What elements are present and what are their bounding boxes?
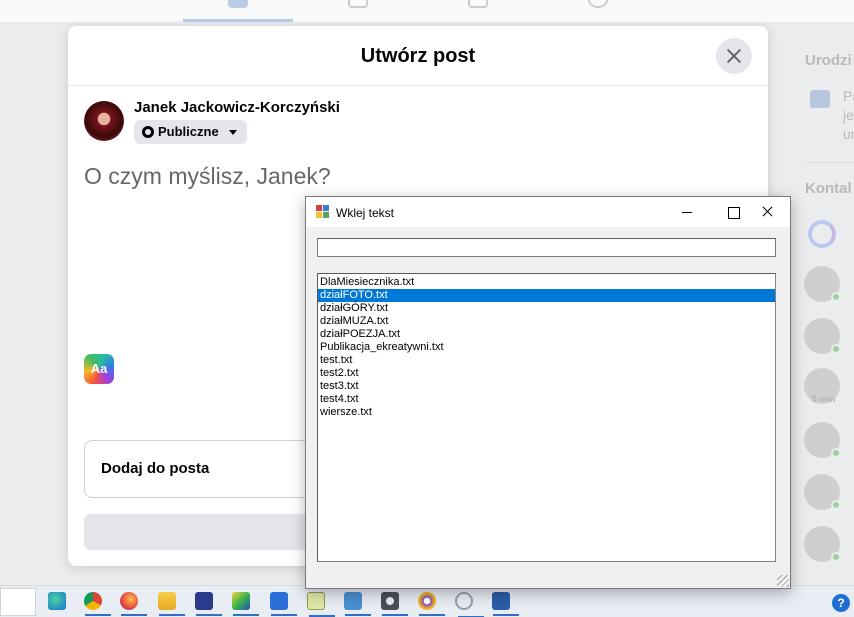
help-icon[interactable]: ? <box>832 594 850 612</box>
system-info-icon[interactable] <box>344 592 371 616</box>
window-title: Wklej tekst <box>336 206 395 220</box>
notepad-icon[interactable] <box>307 592 335 617</box>
text-background-button[interactable]: Aa <box>84 354 114 384</box>
globe-icon <box>142 126 154 138</box>
file-list-item[interactable]: działFOTO.txt <box>318 289 775 302</box>
online-status-icon <box>831 344 841 354</box>
audience-selector-button[interactable]: Publiczne <box>134 120 247 144</box>
nav-tab-marketplace[interactable] <box>423 0 533 22</box>
file-list-item[interactable]: test.txt <box>318 354 775 367</box>
file-list-item[interactable]: wiersze.txt <box>318 406 775 419</box>
caret-down-icon <box>228 130 237 135</box>
rail-divider <box>805 162 854 163</box>
contact-avatar[interactable] <box>804 526 841 562</box>
gift-icon <box>810 90 830 108</box>
home-icon <box>228 0 248 8</box>
nav-tab-groups[interactable] <box>543 0 653 22</box>
contact-avatar[interactable] <box>804 422 841 458</box>
resize-grip[interactable] <box>777 575 789 587</box>
birthday-text-line: ur <box>843 126 854 142</box>
online-status-icon <box>831 448 841 458</box>
audience-label: Publiczne <box>158 124 219 139</box>
add-to-post-label: Dodaj do posta <box>101 460 210 477</box>
powershell-icon[interactable] <box>492 592 519 616</box>
close-dialog-button[interactable] <box>716 38 752 74</box>
nav-tab-video[interactable] <box>303 0 413 22</box>
video-icon <box>348 0 368 8</box>
chrome-icon[interactable] <box>84 592 111 616</box>
birthdays-heading: Urodzi <box>805 52 852 69</box>
birthday-text-line: Pa <box>843 88 854 104</box>
file-list-item[interactable]: DlaMiesiecznika.txt <box>318 276 775 289</box>
marketplace-icon <box>468 0 488 8</box>
online-status-icon <box>831 500 841 510</box>
minimize-button[interactable] <box>664 197 710 227</box>
paste-text-window: Wklej tekst DlaMiesiecznika.txt działFOTO… <box>305 196 791 589</box>
meta-ai-icon[interactable] <box>808 220 836 248</box>
nav-tab-home[interactable] <box>183 0 293 22</box>
top-navigation-bar <box>0 0 854 22</box>
taskbar-search-box[interactable] <box>0 588 36 616</box>
right-rail: Urodzi Pa je ur Kontal 5 min <box>790 22 854 585</box>
floppy-save-icon[interactable] <box>195 592 222 616</box>
dialog-title: Utwórz post <box>360 45 476 67</box>
groups-icon <box>588 0 608 8</box>
app-icon <box>316 205 329 218</box>
word-document-icon[interactable] <box>270 592 297 616</box>
window-close-button[interactable] <box>744 197 790 227</box>
file-list-item[interactable]: działGÓRY.txt <box>318 302 775 315</box>
image-viewer-icon[interactable] <box>232 592 259 616</box>
contact-avatar[interactable] <box>804 318 841 354</box>
file-list-item[interactable]: Publikacja_ekreatywni.txt <box>318 341 775 354</box>
file-listbox[interactable]: DlaMiesiecznika.txt działFOTO.txt działGÓR… <box>317 273 776 562</box>
birthday-text-line: je <box>843 107 854 123</box>
contact-avatar[interactable] <box>804 474 841 510</box>
user-name: Janek Jackowicz-Korczyński <box>134 99 340 116</box>
file-explorer-icon[interactable] <box>158 592 185 616</box>
contacts-heading: Kontal <box>805 180 852 197</box>
settings-gear-icon[interactable] <box>381 592 408 616</box>
edge-icon[interactable] <box>48 592 66 610</box>
post-text-input[interactable]: O czym myślisz, Janek? <box>84 163 331 190</box>
filter-text-input[interactable] <box>317 238 776 257</box>
chromium-icon[interactable] <box>418 592 445 616</box>
file-list-item[interactable]: test4.txt <box>318 393 775 406</box>
contact-last-active: 5 min <box>812 394 836 404</box>
firefox-icon[interactable] <box>120 592 147 616</box>
file-list-item[interactable]: test3.txt <box>318 380 775 393</box>
window-titlebar[interactable]: Wklej tekst <box>306 197 790 227</box>
dialog-header: Utwórz post <box>68 26 768 86</box>
file-list-item[interactable]: działPOEZJA.txt <box>318 328 775 341</box>
contact-avatar[interactable] <box>804 266 841 302</box>
online-status-icon <box>831 552 841 562</box>
user-avatar <box>84 101 124 141</box>
windows-taskbar: ? <box>0 585 854 617</box>
online-status-icon <box>831 292 841 302</box>
file-list-item[interactable]: działMUZA.txt <box>318 315 775 328</box>
fingerprint-icon[interactable] <box>455 592 484 617</box>
file-list-item[interactable]: test2.txt <box>318 367 775 380</box>
